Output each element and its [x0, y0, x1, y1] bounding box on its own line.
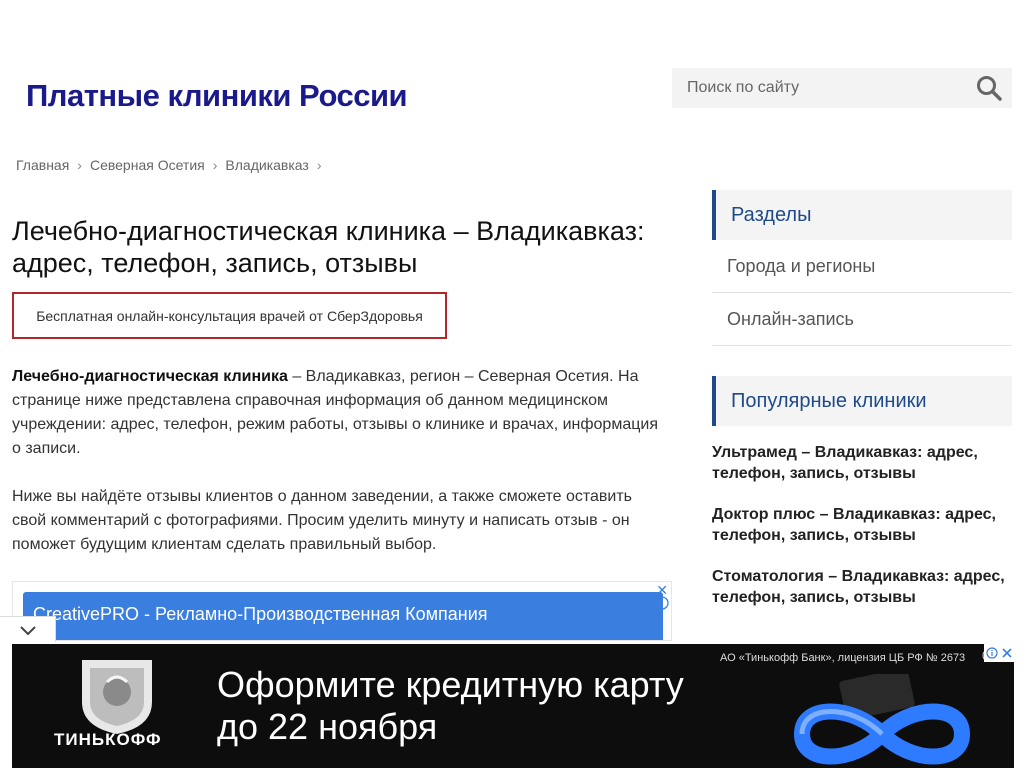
- breadcrumb: Главная › Северная Осетия › Владикавказ …: [16, 157, 330, 173]
- clinic-name: Лечебно-диагностическая клиника: [12, 368, 288, 385]
- banner-line2: до 22 ноября: [217, 706, 438, 747]
- ad-text[interactable]: CreativePRO - Рекламно-Производственная …: [33, 604, 488, 625]
- breadcrumb-separator: ›: [212, 157, 218, 173]
- popular-clinics-heading: Популярные клиники: [712, 376, 1012, 426]
- ad-info-icon[interactable]: [655, 596, 669, 610]
- site-title[interactable]: Платные клиники России: [26, 78, 408, 114]
- search-icon[interactable]: [976, 75, 1002, 101]
- search-input[interactable]: [672, 68, 962, 108]
- intro-paragraph: Лечебно-диагностическая клиника – Владик…: [12, 365, 667, 461]
- sections-heading: Разделы: [712, 190, 1012, 240]
- license-text: АО «Тинькофф Банк», лицензия ЦБ РФ № 267…: [720, 652, 966, 664]
- bank-name: ТИНЬКОФФ: [54, 730, 162, 749]
- sidebar-item-cities[interactable]: Города и регионы: [712, 240, 1012, 293]
- breadcrumb-separator: ›: [77, 157, 82, 173]
- ad-banner[interactable]: CreativePRO - Рекламно-Производственная …: [23, 592, 663, 640]
- breadcrumb-city[interactable]: Владикавказ: [225, 157, 308, 173]
- sidebar-item-online-booking[interactable]: Онлайн-запись: [712, 293, 1012, 346]
- clinic-link-doctor-plus[interactable]: Доктор плюс – Владикавказ: адрес, телефо…: [712, 504, 1012, 546]
- banner-line1: Оформите кредитную карту: [217, 664, 684, 705]
- search-box: [672, 68, 1012, 108]
- collapse-ad-button[interactable]: [0, 616, 56, 642]
- sidebar: Разделы Города и регионы Онлайн-запись П…: [712, 190, 1012, 628]
- breadcrumb-home[interactable]: Главная: [16, 157, 69, 173]
- page-title: Лечебно-диагностическая клиника – Владик…: [12, 216, 645, 278]
- ad-info-icon[interactable]: [986, 647, 998, 659]
- popular-clinics-list: Ультрамед – Владикавказ: адрес, телефон,…: [712, 442, 1012, 608]
- infinity-card-image: [793, 674, 971, 765]
- clinic-link-ultramed[interactable]: Ультрамед – Владикавказ: адрес, телефон,…: [712, 442, 1012, 484]
- chevron-down-icon: [19, 625, 36, 635]
- close-icon[interactable]: [1002, 648, 1012, 658]
- reviews-paragraph: Ниже вы найдёте отзывы клиентов о данном…: [12, 488, 633, 553]
- breadcrumb-region[interactable]: Северная Осетия: [90, 157, 205, 173]
- consultation-button[interactable]: Бесплатная онлайн-консультация врачей от…: [12, 292, 447, 339]
- breadcrumb-separator: ›: [316, 157, 322, 173]
- clinic-link-stomatology[interactable]: Стоматология – Владикавказ: адрес, телеф…: [712, 566, 1012, 608]
- bottom-ad-banner[interactable]: ТИНЬКОФФ Оформите кредитную карту до 22 …: [12, 644, 1014, 768]
- banner-headline: Оформите кредитную карту до 22 ноября: [217, 664, 684, 748]
- ad-block: CreativePRO - Рекламно-Производственная …: [12, 581, 672, 641]
- banner-controls: [984, 644, 1014, 662]
